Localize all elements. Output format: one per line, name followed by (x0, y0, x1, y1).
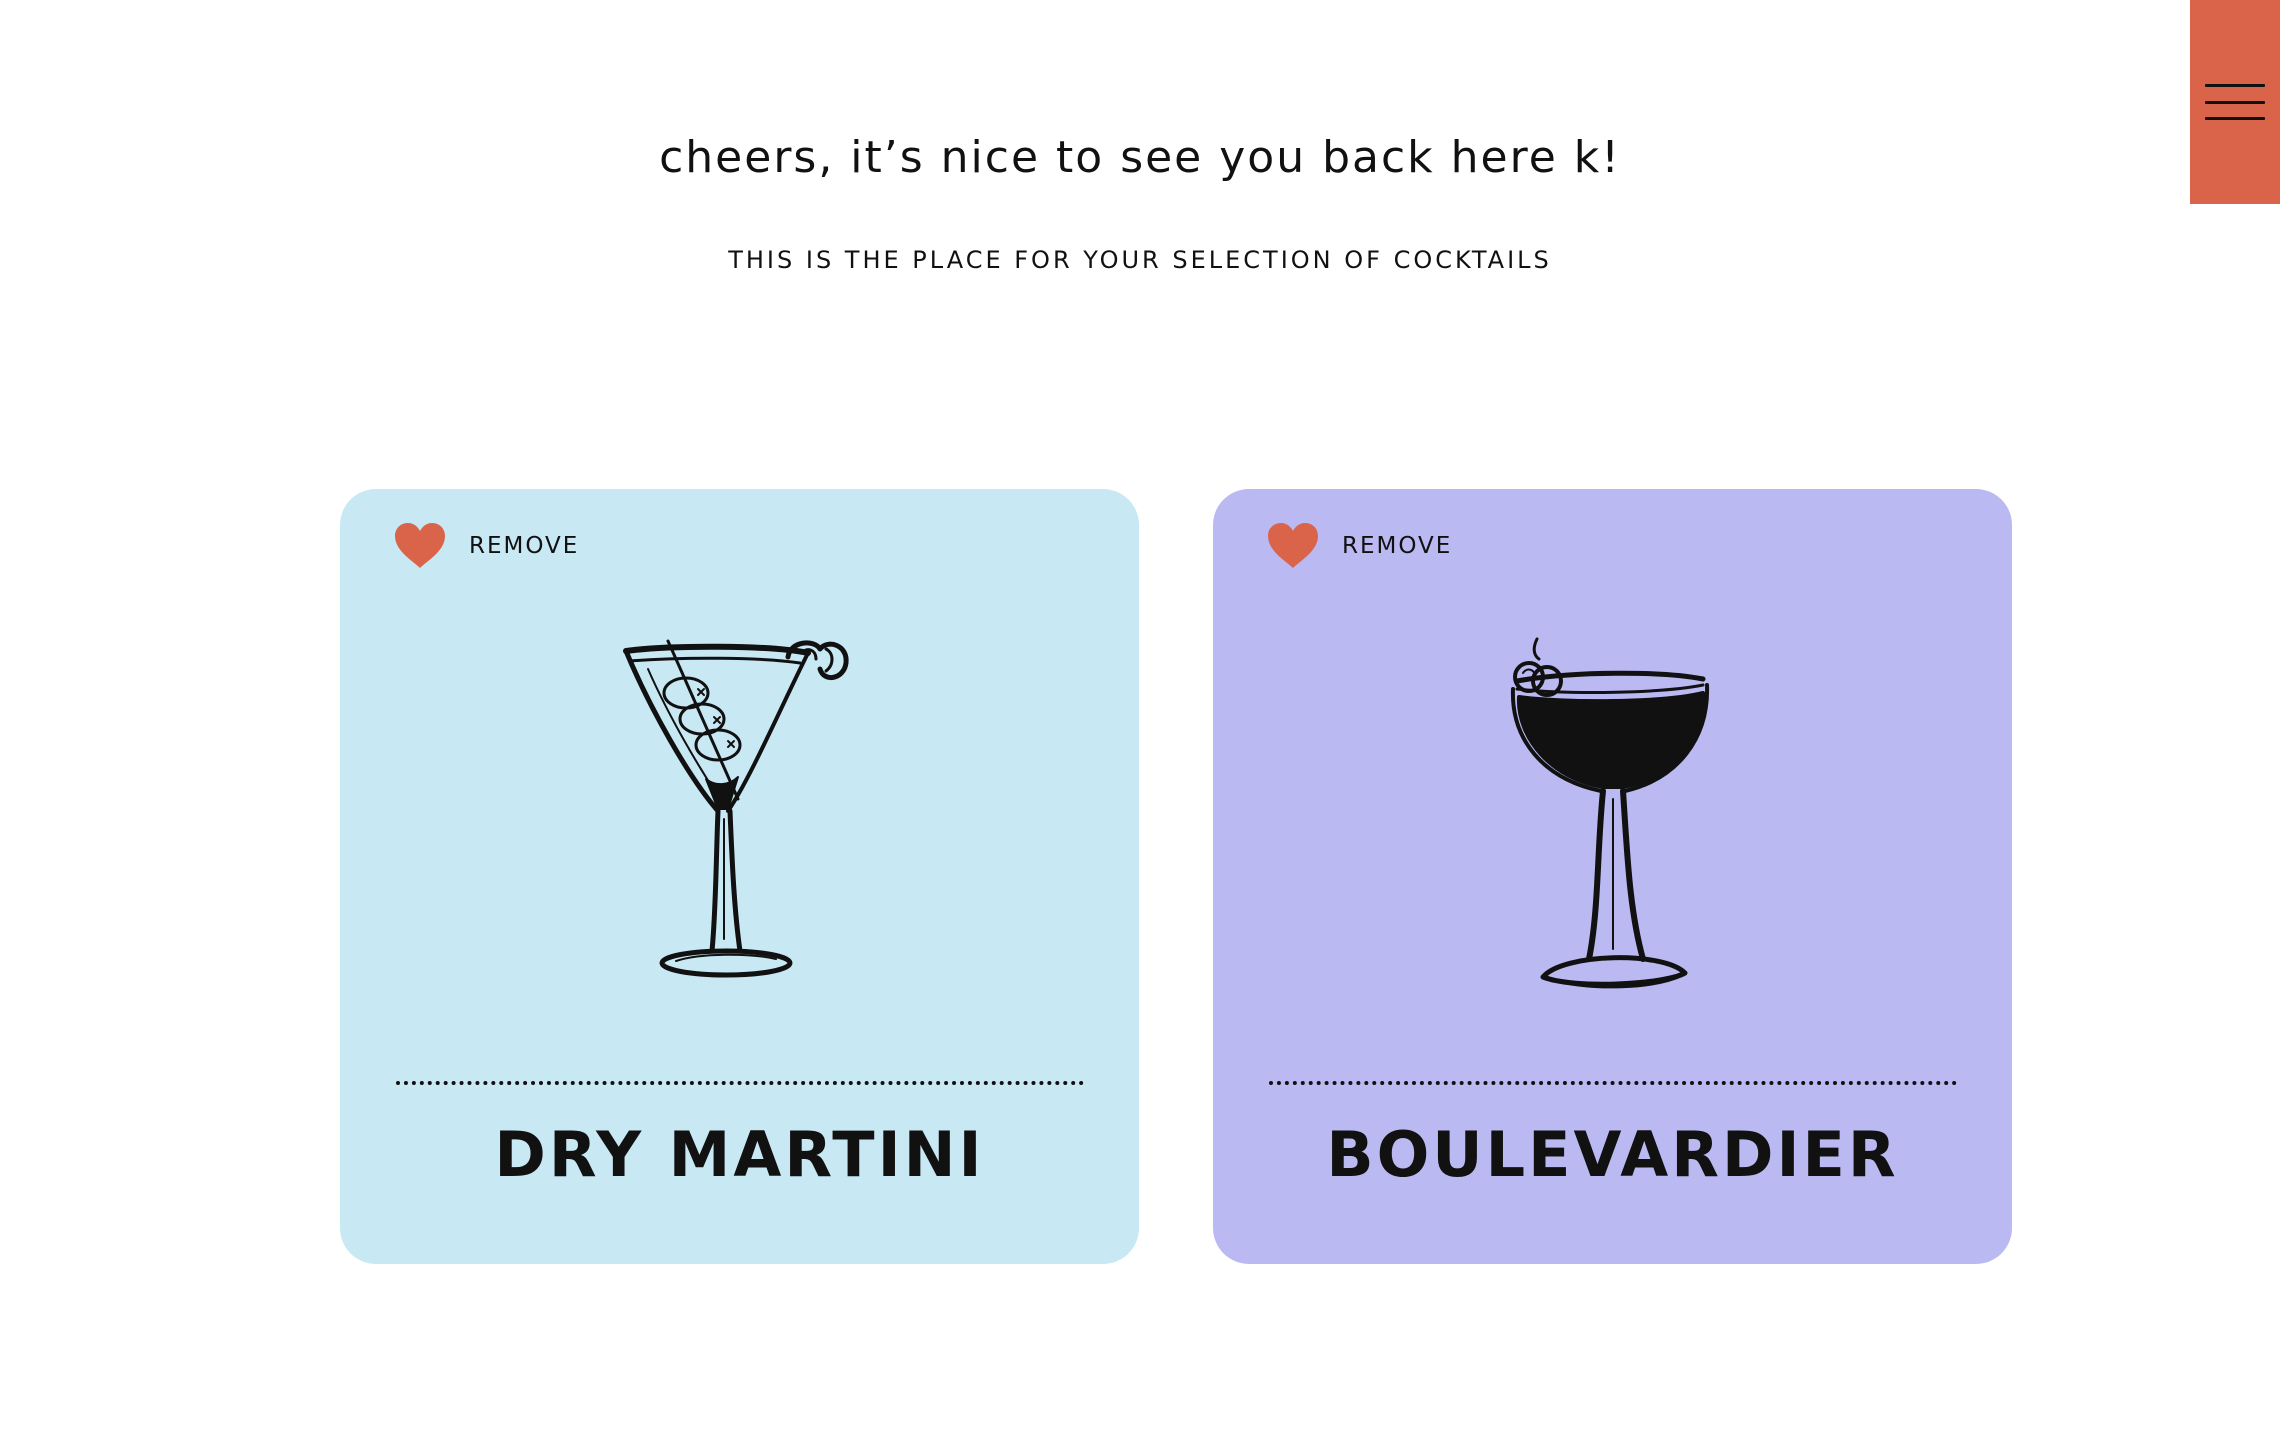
martini-glass-icon (622, 639, 849, 978)
cocktail-name: BOULEVARDIER (1326, 1118, 1899, 1191)
remove-favorite-button[interactable]: REMOVE (1266, 522, 1452, 570)
favorites-page: cheers, it’s nice to see you back here k… (0, 0, 2280, 1430)
hamburger-menu-icon (2205, 84, 2265, 120)
page-subtitle: THIS IS THE PLACE FOR YOUR SELECTION OF … (728, 246, 1552, 274)
card-divider (396, 1081, 1084, 1085)
remove-favorite-button[interactable]: REMOVE (393, 522, 579, 570)
cocktail-card-boulevardier[interactable]: REMOVE BOULEVARDIER (1213, 489, 2012, 1264)
heart-icon (1268, 523, 1318, 568)
glass-illustration (1213, 629, 2012, 1009)
cocktail-card-dry-martini[interactable]: REMOVE DRY MARTINI (340, 489, 1139, 1264)
cocktail-name: DRY MARTINI (494, 1118, 985, 1191)
remove-label: REMOVE (1342, 533, 1453, 559)
remove-label: REMOVE (469, 533, 580, 559)
coupe-glass-icon (1510, 637, 1709, 989)
glass-illustration (340, 639, 1139, 979)
card-divider (1269, 1081, 1957, 1085)
heart-icon (395, 523, 445, 568)
greeting-title: cheers, it’s nice to see you back here k… (659, 132, 1621, 183)
